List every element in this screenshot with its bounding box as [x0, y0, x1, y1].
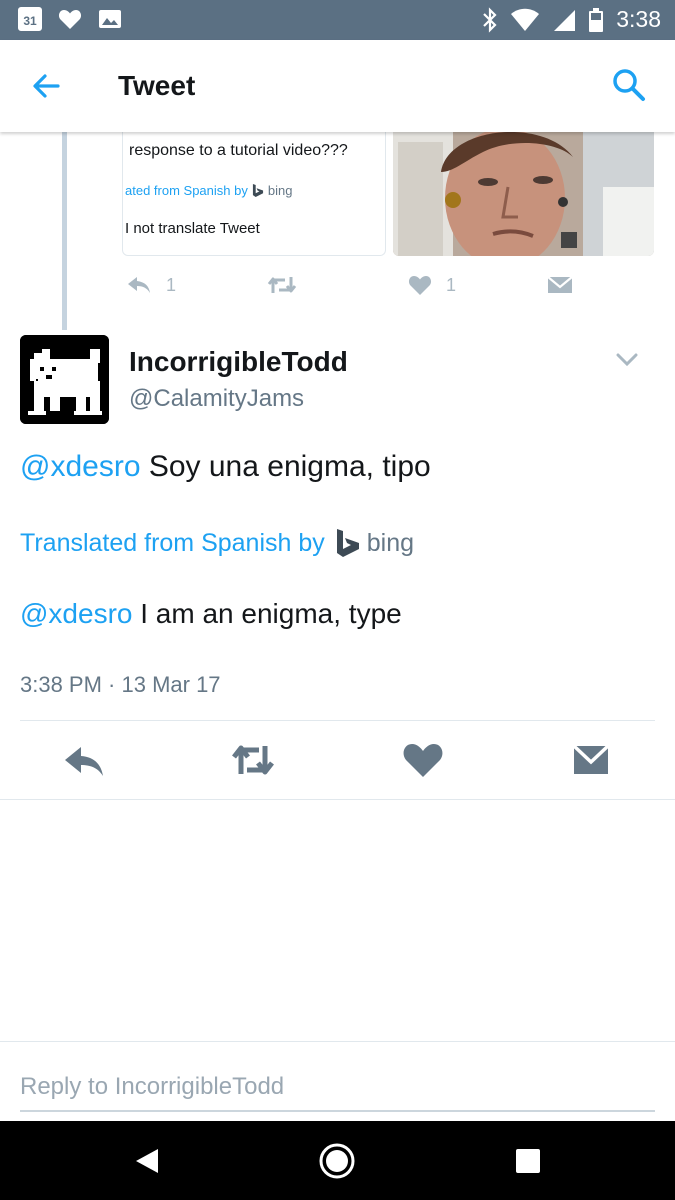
search-icon[interactable] — [610, 66, 648, 104]
like-icon — [408, 276, 432, 295]
user-handle[interactable]: @CalamityJams — [129, 385, 304, 413]
wifi-icon — [511, 8, 540, 31]
previous-retweet-action[interactable] — [267, 270, 297, 300]
previous-translated-label[interactable]: ated from Spanish by bing — [125, 183, 292, 198]
tweet-body: Soy una enigma, tipo — [148, 450, 431, 483]
retweet-icon[interactable] — [231, 740, 275, 780]
translated-label-text: Translated from Spanish by — [20, 528, 325, 557]
bing-logo-icon — [336, 529, 359, 557]
status-time: 3:38 — [616, 6, 661, 32]
reply-icon — [128, 277, 150, 293]
previous-bing-label: bing — [267, 183, 293, 198]
previous-tweet-card[interactable]: response to a tutorial video??? ated fro… — [122, 132, 386, 256]
divider — [0, 799, 675, 800]
display-name[interactable]: IncorrigibleTodd — [129, 346, 348, 378]
direct-message-icon — [547, 276, 573, 293]
home-circle-icon[interactable] — [317, 1141, 357, 1181]
like-icon[interactable] — [401, 740, 445, 780]
status-bar: 31 3:38 — [0, 0, 675, 40]
previous-reply-count: 1 — [166, 274, 177, 295]
image-icon — [99, 10, 121, 28]
pixel-dog-avatar — [20, 335, 109, 424]
portrait-photo — [393, 132, 654, 256]
overview-square-icon[interactable] — [508, 1141, 548, 1181]
translated-from-label[interactable]: Translated from Spanish by bing — [20, 528, 414, 558]
chevron-down-icon[interactable] — [614, 348, 640, 370]
previous-tweet-text: response to a tutorial video??? — [129, 142, 348, 159]
calendar-day: 31 — [23, 14, 37, 28]
translated-text: @xdesro I am an enigma, type — [20, 598, 402, 630]
reply-icon[interactable] — [62, 740, 106, 780]
calendar-icon: 31 — [18, 7, 42, 31]
mention-link[interactable]: @xdesro — [20, 450, 141, 483]
reply-input[interactable] — [20, 1064, 655, 1112]
reply-bar-border — [0, 1041, 675, 1042]
previous-dm-action[interactable] — [547, 270, 573, 300]
tweet-timestamp: 3:38 PM · 13 Mar 17 — [20, 672, 221, 697]
do-not-translate-link[interactable]: I not translate Tweet — [125, 220, 260, 237]
previous-like-action[interactable]: 1 — [408, 270, 456, 300]
previous-tweet-actions: 1 1 — [122, 270, 592, 300]
heart-icon — [58, 10, 82, 29]
previous-reply-action[interactable]: 1 — [126, 270, 176, 300]
system-nav-bar — [0, 1121, 675, 1200]
avatar[interactable] — [20, 335, 109, 424]
bing-label: bing — [366, 528, 415, 557]
previous-tweet-photo[interactable] — [393, 132, 654, 256]
retweet-icon — [267, 277, 297, 293]
direct-message-icon[interactable] — [569, 740, 613, 780]
previous-like-count: 1 — [446, 274, 457, 295]
previous-translated-text: ated from Spanish by — [125, 183, 248, 198]
divider — [20, 720, 655, 721]
page-title: Tweet — [118, 70, 196, 101]
bluetooth-icon — [483, 6, 497, 33]
translation-mention-link[interactable]: @xdesro — [20, 598, 132, 629]
thread-line — [62, 132, 67, 330]
battery-icon — [589, 7, 604, 32]
bing-logo-icon — [252, 184, 263, 197]
app-bar: Tweet — [0, 40, 675, 132]
signal-icon — [554, 9, 576, 31]
bing-brand: bing — [335, 528, 414, 558]
translation-body: I am an enigma, type — [140, 598, 402, 629]
tweet-text: @xdesro Soy una enigma, tipo — [20, 450, 431, 484]
back-triangle-icon[interactable] — [128, 1141, 168, 1181]
arrow-left-icon[interactable] — [28, 68, 64, 104]
